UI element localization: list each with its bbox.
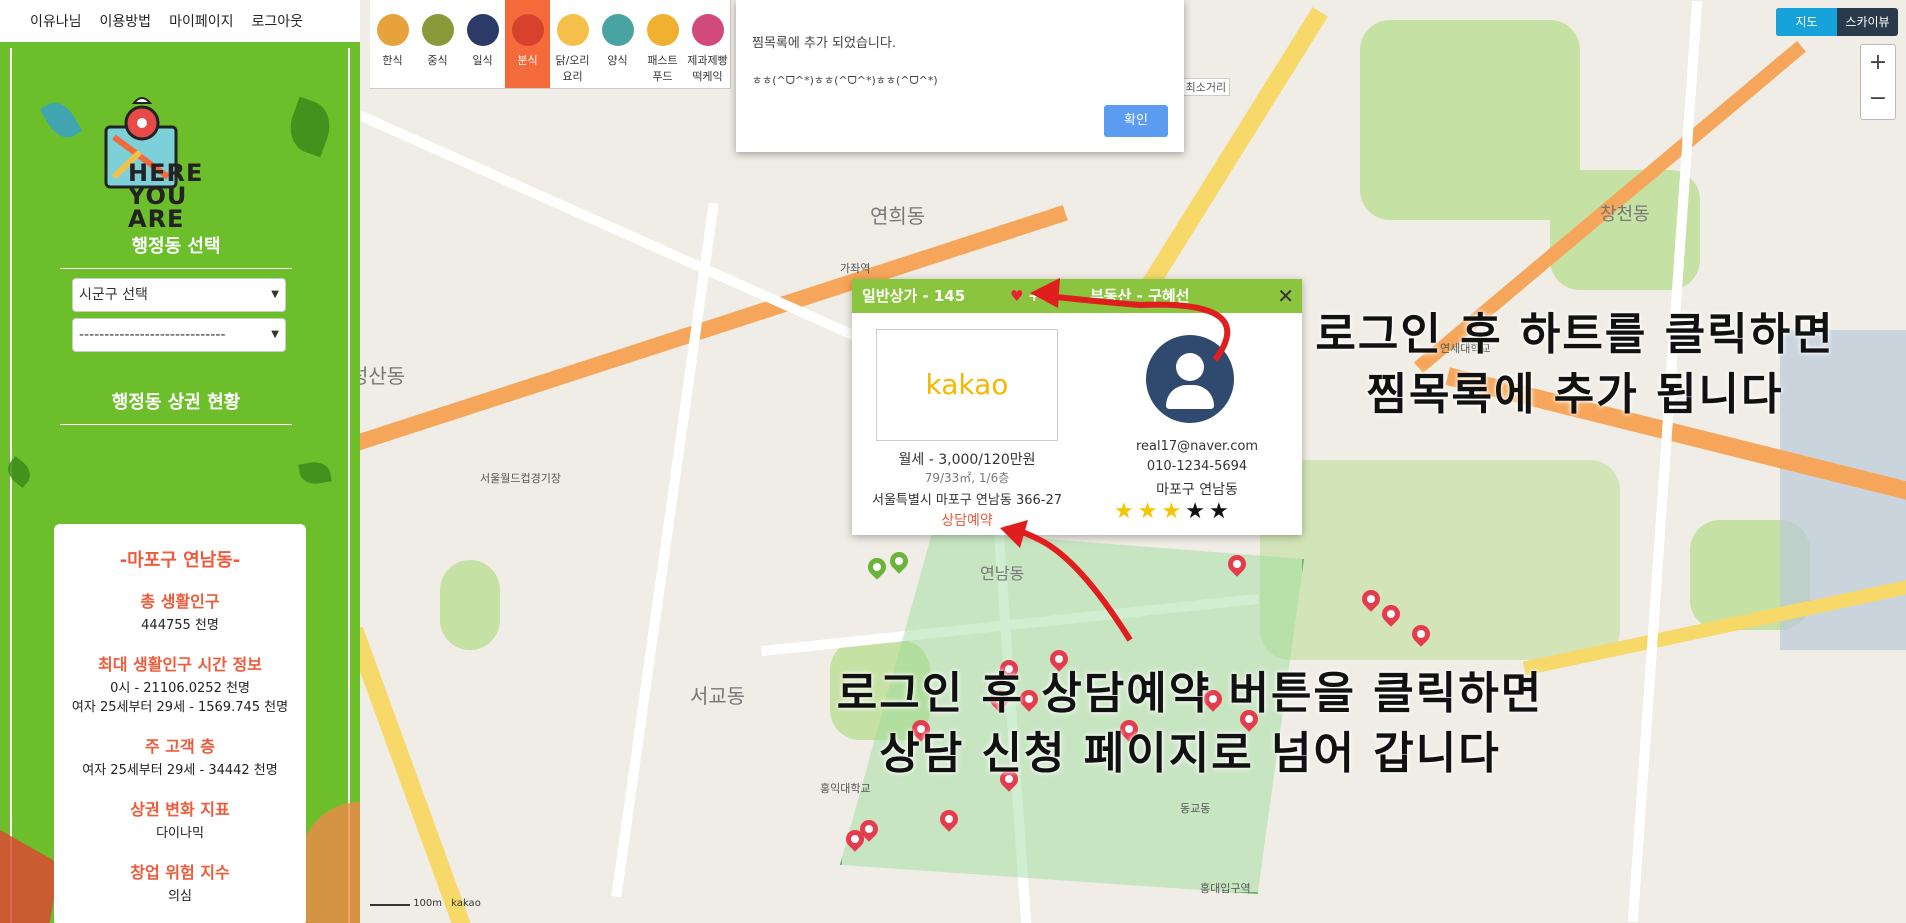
arrow-overlay: [1000, 278, 1231, 642]
arrow-head: [1000, 520, 1028, 548]
arrow-to-consult: [1002, 525, 1133, 642]
arrow-to-heart: [1039, 292, 1231, 362]
arrow-head: [1030, 278, 1060, 308]
